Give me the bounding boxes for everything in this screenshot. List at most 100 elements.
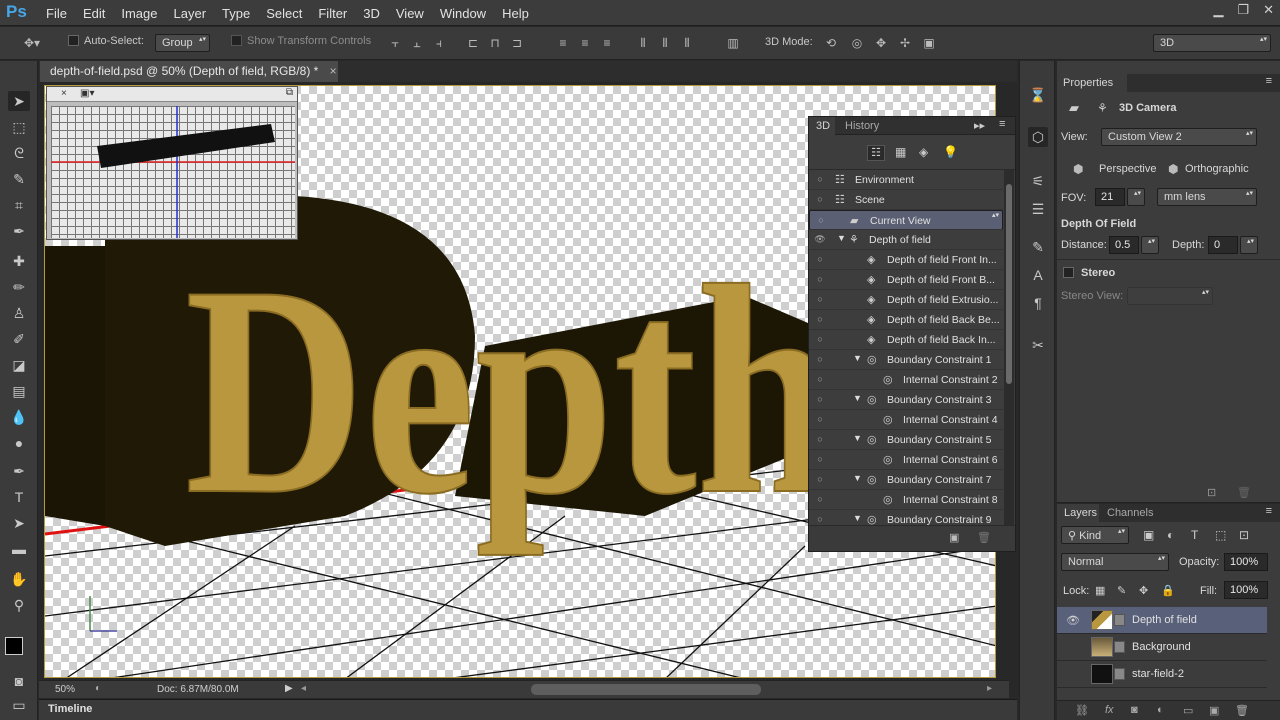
scene-tree-row[interactable]: ○ ◎ Internal Constraint 6 — [809, 450, 1003, 470]
stereo-view-dropdown[interactable] — [1127, 287, 1213, 305]
scene-tree-row[interactable]: ○ ◈ Depth of field Extrusio... — [809, 290, 1003, 310]
tab-3d[interactable]: 3D — [809, 117, 835, 135]
align-vcenter-icon[interactable]: ⫠ — [410, 36, 424, 50]
stereo-checkbox[interactable] — [1063, 267, 1079, 279]
visibility-off-icon[interactable]: ○ — [814, 174, 826, 186]
horizontal-scrollbar-thumb[interactable] — [531, 684, 761, 695]
layer-row[interactable]: 👁 Depth of field — [1057, 607, 1267, 634]
secondary-view[interactable]: × ▣▾ ⧉ — [46, 86, 298, 240]
adjustment-layer-icon[interactable]: ◐ — [1157, 704, 1164, 716]
3d-panel-icon[interactable]: ⬡ — [1028, 127, 1048, 147]
depth-stepper[interactable] — [1240, 236, 1258, 254]
fill-input[interactable]: 100% — [1224, 581, 1268, 599]
tab-layers[interactable]: Layers — [1057, 504, 1099, 522]
panel-menu-icon[interactable]: ≡ — [999, 118, 1005, 130]
visibility-off-icon[interactable]: ○ — [814, 474, 826, 486]
distribute-left-icon[interactable]: ⦀ — [636, 36, 650, 50]
properties-title[interactable]: Properties — [1057, 74, 1127, 92]
orthographic-icon[interactable]: ⬢ — [1168, 162, 1178, 176]
menu-help[interactable]: Help — [502, 0, 539, 26]
menu-select[interactable]: Select — [266, 0, 312, 26]
workspace-dropdown[interactable]: 3D — [1153, 34, 1271, 52]
filter-lights-icon[interactable]: 💡 — [943, 145, 958, 159]
scene-tree-row[interactable]: ○ ◎ Internal Constraint 4 — [809, 410, 1003, 430]
layers-menu-icon[interactable]: ≡ — [1266, 505, 1272, 517]
distribute-bottom-icon[interactable]: ≡ — [600, 36, 614, 50]
document-tab-close-icon[interactable]: × — [330, 64, 337, 78]
scroll-left-icon[interactable]: ◂ — [301, 683, 306, 694]
menu-edit[interactable]: Edit — [83, 0, 115, 26]
filter-type-icon[interactable]: T — [1191, 528, 1198, 542]
visibility-off-icon[interactable]: ○ — [814, 334, 826, 346]
align-left-icon[interactable]: ⊏ — [466, 36, 480, 50]
tab-channels[interactable]: Channels — [1107, 507, 1153, 519]
perspective-icon[interactable]: ⬢ — [1073, 162, 1083, 176]
marquee-tool-icon[interactable]: ⬚ — [8, 117, 30, 137]
visibility-off-icon[interactable]: ○ — [814, 194, 826, 206]
layer-visibility-icon[interactable]: 👁 — [1066, 614, 1080, 627]
visibility-off-icon[interactable]: ○ — [814, 294, 826, 306]
scene-tree-row[interactable]: ○ ▰ Current View — [809, 210, 1003, 230]
layer-row[interactable]: star-field-2 — [1057, 661, 1267, 688]
visibility-off-icon[interactable]: ○ — [815, 215, 827, 227]
restore-icon[interactable]: ❐ — [1237, 2, 1249, 18]
scene-tree-row[interactable]: 👁 ▼ ⚘ Depth of field — [809, 230, 1003, 250]
3d-roll-icon[interactable]: ◎ — [850, 36, 864, 50]
delete-icon[interactable]: 🗑 — [977, 531, 991, 544]
scene-tree-row[interactable]: ○ ◈ Depth of field Front B... — [809, 270, 1003, 290]
eyedropper-tool-icon[interactable]: ✒ — [8, 221, 30, 241]
menu-type[interactable]: Type — [222, 0, 260, 26]
auto-select-checkbox[interactable]: Auto-Select: — [68, 35, 144, 52]
lock-image-icon[interactable]: ✎ — [1117, 584, 1126, 597]
distance-input[interactable]: 0.5 — [1109, 236, 1139, 254]
scene-tree-row[interactable]: ○ ▼ ◎ Boundary Constraint 5 — [809, 430, 1003, 450]
menu-layer[interactable]: Layer — [174, 0, 217, 26]
lock-all-icon[interactable]: 🔒 — [1161, 584, 1175, 597]
filter-meshes-icon[interactable]: ▦ — [895, 145, 906, 159]
distribute-right-icon[interactable]: ⦀ — [680, 36, 694, 50]
brush-panel-icon[interactable]: ✎ — [1028, 237, 1048, 257]
3d-orbit-icon[interactable]: ⟲ — [824, 36, 838, 50]
visibility-off-icon[interactable]: ○ — [814, 254, 826, 266]
align-hcenter-icon[interactable]: ⊓ — [488, 36, 502, 50]
adjustments-panel-icon[interactable]: ☰ — [1028, 199, 1048, 219]
character-panel-icon[interactable]: A — [1028, 265, 1048, 285]
properties-panel-icon[interactable]: ⚟ — [1028, 171, 1048, 191]
3d-pan-icon[interactable]: ✥ — [874, 36, 888, 50]
secondary-view-menu-icon[interactable]: ▣▾ — [80, 88, 94, 99]
expand-toggle-icon[interactable]: ▼ — [837, 233, 846, 243]
scene-tree-row[interactable]: ○ ☷ Environment — [809, 170, 1003, 190]
scene-tree-row[interactable]: ○ ▼ ◎ Boundary Constraint 9 — [809, 510, 1003, 525]
zoom-level[interactable]: 50% — [55, 684, 75, 695]
secondary-view-close-icon[interactable]: × — [61, 88, 67, 99]
quick-select-tool-icon[interactable]: ✎ — [8, 169, 30, 189]
new-object-icon[interactable]: ▣ — [949, 531, 959, 544]
secondary-view-swap-icon[interactable]: ⧉ — [286, 87, 293, 98]
foreground-color-swatch[interactable] — [5, 637, 23, 655]
quick-mask-icon[interactable]: ◙ — [8, 671, 30, 691]
distance-stepper[interactable] — [1141, 236, 1159, 254]
menu-view[interactable]: View — [396, 0, 434, 26]
new-layer-icon[interactable]: ▣ — [1209, 704, 1219, 717]
visibility-off-icon[interactable]: ○ — [814, 374, 826, 386]
lasso-tool-icon[interactable]: ᘓ — [8, 143, 30, 163]
tab-history[interactable]: History — [845, 120, 879, 132]
layer-visibility-icon[interactable] — [1066, 668, 1080, 680]
layer-filter-kind[interactable]: ⚲ Kind — [1061, 526, 1129, 544]
visibility-eye-icon[interactable]: 👁 — [814, 234, 826, 246]
expand-toggle-icon[interactable]: ▼ — [853, 513, 862, 523]
blend-mode-dropdown[interactable]: Normal — [1061, 553, 1169, 571]
delete-layer-icon[interactable]: 🗑 — [1235, 704, 1249, 717]
gradient-tool-icon[interactable]: ▤ — [8, 381, 30, 401]
tool-presets-icon[interactable]: ✂ — [1028, 335, 1048, 355]
align-top-icon[interactable]: ⫟ — [388, 36, 402, 50]
visibility-off-icon[interactable]: ○ — [814, 354, 826, 366]
blur-tool-icon[interactable]: 💧 — [8, 407, 30, 427]
distribute-hcenter-icon[interactable]: ⦀ — [658, 36, 672, 50]
path-select-tool-icon[interactable]: ➤ — [8, 513, 30, 533]
scene-tree-row[interactable]: ○ ▼ ◎ Boundary Constraint 7 — [809, 470, 1003, 490]
depth-input[interactable]: 0 — [1208, 236, 1238, 254]
scene-tree-row[interactable]: ○ ◎ Internal Constraint 8 — [809, 490, 1003, 510]
distribute-vcenter-icon[interactable]: ≡ — [578, 36, 592, 50]
visibility-off-icon[interactable]: ○ — [814, 414, 826, 426]
